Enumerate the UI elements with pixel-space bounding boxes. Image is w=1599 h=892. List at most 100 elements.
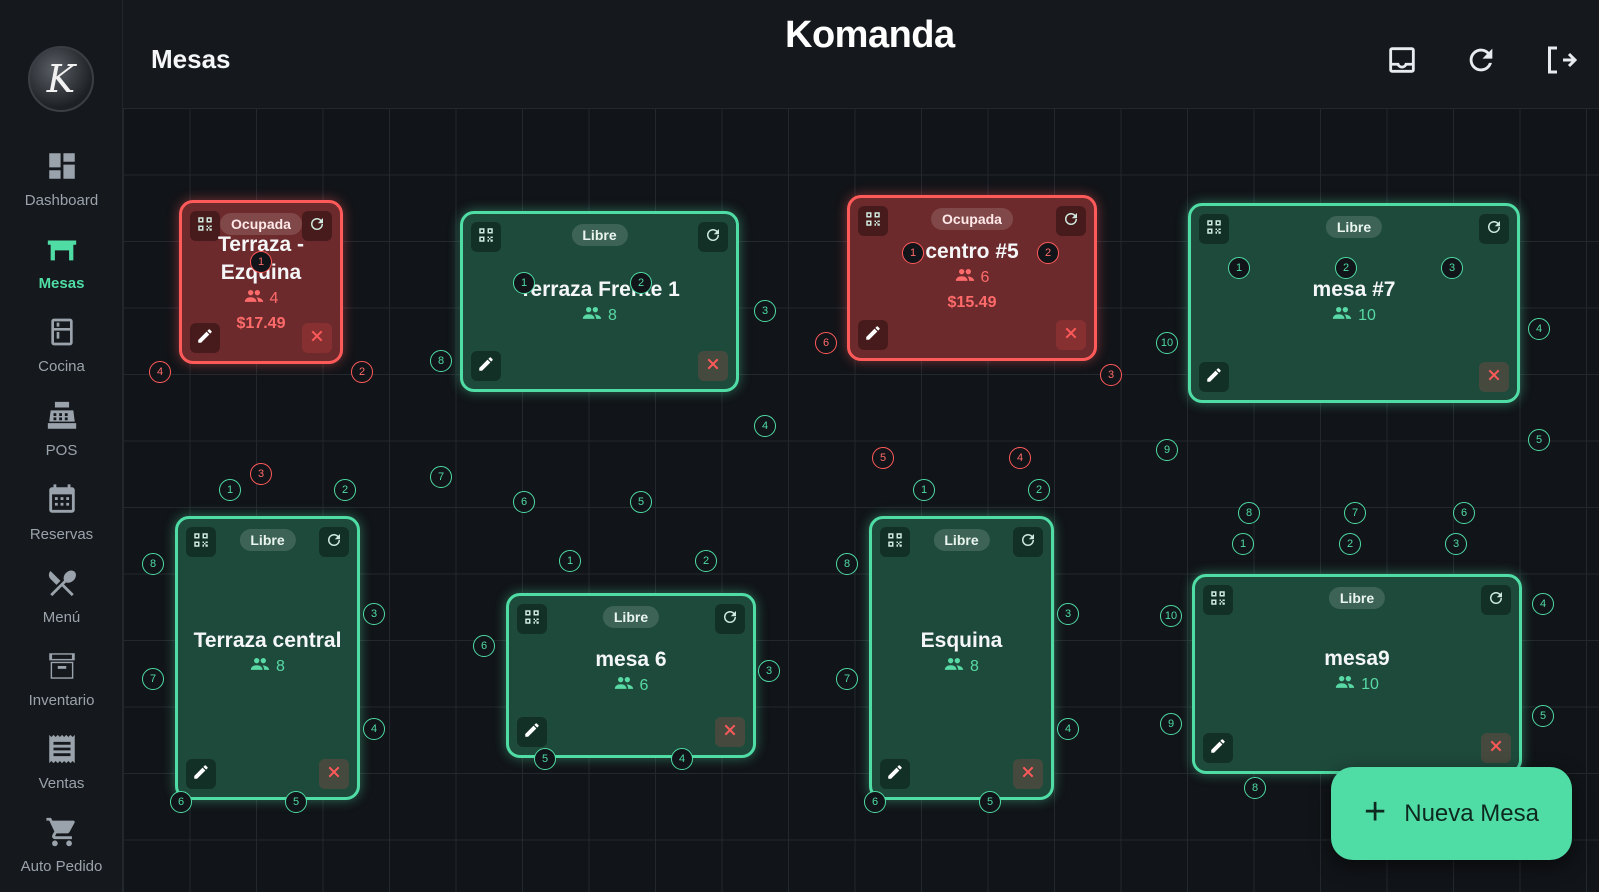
table-card[interactable]: Ocupada Terraza - Ezquina 4 $17.49: [179, 200, 343, 364]
seat-marker[interactable]: 2: [695, 550, 717, 572]
seat-marker[interactable]: 5: [1528, 429, 1550, 451]
seat-marker[interactable]: 8: [1244, 777, 1266, 799]
seat-marker[interactable]: 1: [902, 242, 924, 264]
sidebar-item-inventario[interactable]: Inventario: [0, 646, 123, 728]
delete-button[interactable]: [302, 323, 332, 353]
edit-button[interactable]: [471, 351, 501, 381]
edit-button[interactable]: [1199, 362, 1229, 392]
logout-button[interactable]: [1540, 40, 1580, 80]
qr-code-button[interactable]: [880, 527, 910, 557]
seat-marker[interactable]: 3: [363, 603, 385, 625]
seat-marker[interactable]: 7: [142, 668, 164, 690]
seat-marker[interactable]: 5: [534, 748, 556, 770]
rotate-button[interactable]: [1479, 214, 1509, 244]
sidebar-item-cocina[interactable]: Cocina: [0, 312, 123, 394]
delete-button[interactable]: [1013, 759, 1043, 789]
seat-marker[interactable]: 2: [334, 479, 356, 501]
edit-button[interactable]: [190, 323, 220, 353]
seat-marker[interactable]: 3: [754, 300, 776, 322]
inbox-button[interactable]: [1382, 40, 1422, 80]
seat-marker[interactable]: 7: [1344, 502, 1366, 524]
seat-marker[interactable]: 7: [430, 466, 452, 488]
table-card[interactable]: Libre mesa 6 6: [506, 593, 756, 758]
seat-marker[interactable]: 1: [1228, 257, 1250, 279]
sidebar-item-ventas[interactable]: Ventas: [0, 729, 123, 811]
sidebar-item-dashboard[interactable]: Dashboard: [0, 146, 123, 228]
seat-marker[interactable]: 4: [363, 718, 385, 740]
seat-marker[interactable]: 2: [630, 272, 652, 294]
sidebar-item-reservas[interactable]: Reservas: [0, 480, 123, 562]
seat-marker[interactable]: 4: [754, 415, 776, 437]
seat-marker[interactable]: 2: [351, 361, 373, 383]
seat-marker[interactable]: 1: [219, 479, 241, 501]
seat-marker[interactable]: 2: [1028, 479, 1050, 501]
seat-marker[interactable]: 5: [1532, 705, 1554, 727]
seat-marker[interactable]: 3: [250, 463, 272, 485]
qr-code-button[interactable]: [186, 527, 216, 557]
seat-marker[interactable]: 6: [815, 332, 837, 354]
table-card[interactable]: Libre Terraza Frente 1 8: [460, 211, 739, 392]
seat-marker[interactable]: 4: [671, 748, 693, 770]
seat-marker[interactable]: 3: [1057, 603, 1079, 625]
seat-marker[interactable]: 3: [758, 660, 780, 682]
seat-marker[interactable]: 5: [979, 791, 1001, 813]
seat-marker[interactable]: 2: [1037, 242, 1059, 264]
rotate-button[interactable]: [715, 604, 745, 634]
seat-marker[interactable]: 3: [1445, 533, 1467, 555]
seat-marker[interactable]: 10: [1156, 332, 1178, 354]
delete-button[interactable]: [715, 717, 745, 747]
seat-marker[interactable]: 10: [1160, 605, 1182, 627]
app-logo[interactable]: K: [28, 46, 94, 112]
rotate-button[interactable]: [319, 527, 349, 557]
seat-marker[interactable]: 5: [630, 491, 652, 513]
new-table-button[interactable]: + Nueva Mesa: [1331, 767, 1572, 860]
refresh-button[interactable]: [1461, 40, 1501, 80]
seat-marker[interactable]: 1: [513, 272, 535, 294]
seat-marker[interactable]: 6: [864, 791, 886, 813]
rotate-button[interactable]: [698, 222, 728, 252]
seat-marker[interactable]: 6: [473, 635, 495, 657]
edit-button[interactable]: [880, 759, 910, 789]
seat-marker[interactable]: 6: [1453, 502, 1475, 524]
seat-marker[interactable]: 7: [836, 668, 858, 690]
seat-marker[interactable]: 3: [1100, 364, 1122, 386]
table-card[interactable]: Libre mesa #7 10: [1188, 203, 1520, 403]
seat-marker[interactable]: 8: [430, 350, 452, 372]
sidebar-item-mesas[interactable]: Mesas: [0, 229, 123, 311]
seat-marker[interactable]: 1: [250, 251, 272, 273]
seat-marker[interactable]: 1: [1232, 533, 1254, 555]
sidebar-item-pos[interactable]: POS: [0, 396, 123, 478]
seat-marker[interactable]: 9: [1160, 713, 1182, 735]
rotate-button[interactable]: [1056, 206, 1086, 236]
rotate-button[interactable]: [1013, 527, 1043, 557]
seat-marker[interactable]: 4: [1532, 593, 1554, 615]
seat-marker[interactable]: 8: [142, 553, 164, 575]
seat-marker[interactable]: 9: [1156, 439, 1178, 461]
seat-marker[interactable]: 5: [872, 447, 894, 469]
seat-marker[interactable]: 4: [1057, 718, 1079, 740]
edit-button[interactable]: [186, 759, 216, 789]
seat-marker[interactable]: 5: [285, 791, 307, 813]
seat-marker[interactable]: 6: [513, 491, 535, 513]
delete-button[interactable]: [1481, 733, 1511, 763]
table-card[interactable]: Libre Terraza central 8: [175, 516, 360, 800]
edit-button[interactable]: [858, 320, 888, 350]
seat-marker[interactable]: 8: [836, 553, 858, 575]
rotate-button[interactable]: [1481, 585, 1511, 615]
edit-button[interactable]: [517, 717, 547, 747]
qr-code-button[interactable]: [1199, 214, 1229, 244]
edit-button[interactable]: [1203, 733, 1233, 763]
delete-button[interactable]: [698, 351, 728, 381]
seat-marker[interactable]: 3: [1441, 257, 1463, 279]
seat-marker[interactable]: 4: [1528, 318, 1550, 340]
table-card[interactable]: Ocupada centro #5 6 $15.49: [847, 195, 1097, 361]
qr-code-button[interactable]: [858, 206, 888, 236]
qr-code-button[interactable]: [471, 222, 501, 252]
qr-code-button[interactable]: [517, 604, 547, 634]
delete-button[interactable]: [319, 759, 349, 789]
table-card[interactable]: Libre Esquina 8: [869, 516, 1054, 800]
seat-marker[interactable]: 2: [1339, 533, 1361, 555]
delete-button[interactable]: [1479, 362, 1509, 392]
seat-marker[interactable]: 2: [1335, 257, 1357, 279]
seat-marker[interactable]: 4: [1009, 447, 1031, 469]
